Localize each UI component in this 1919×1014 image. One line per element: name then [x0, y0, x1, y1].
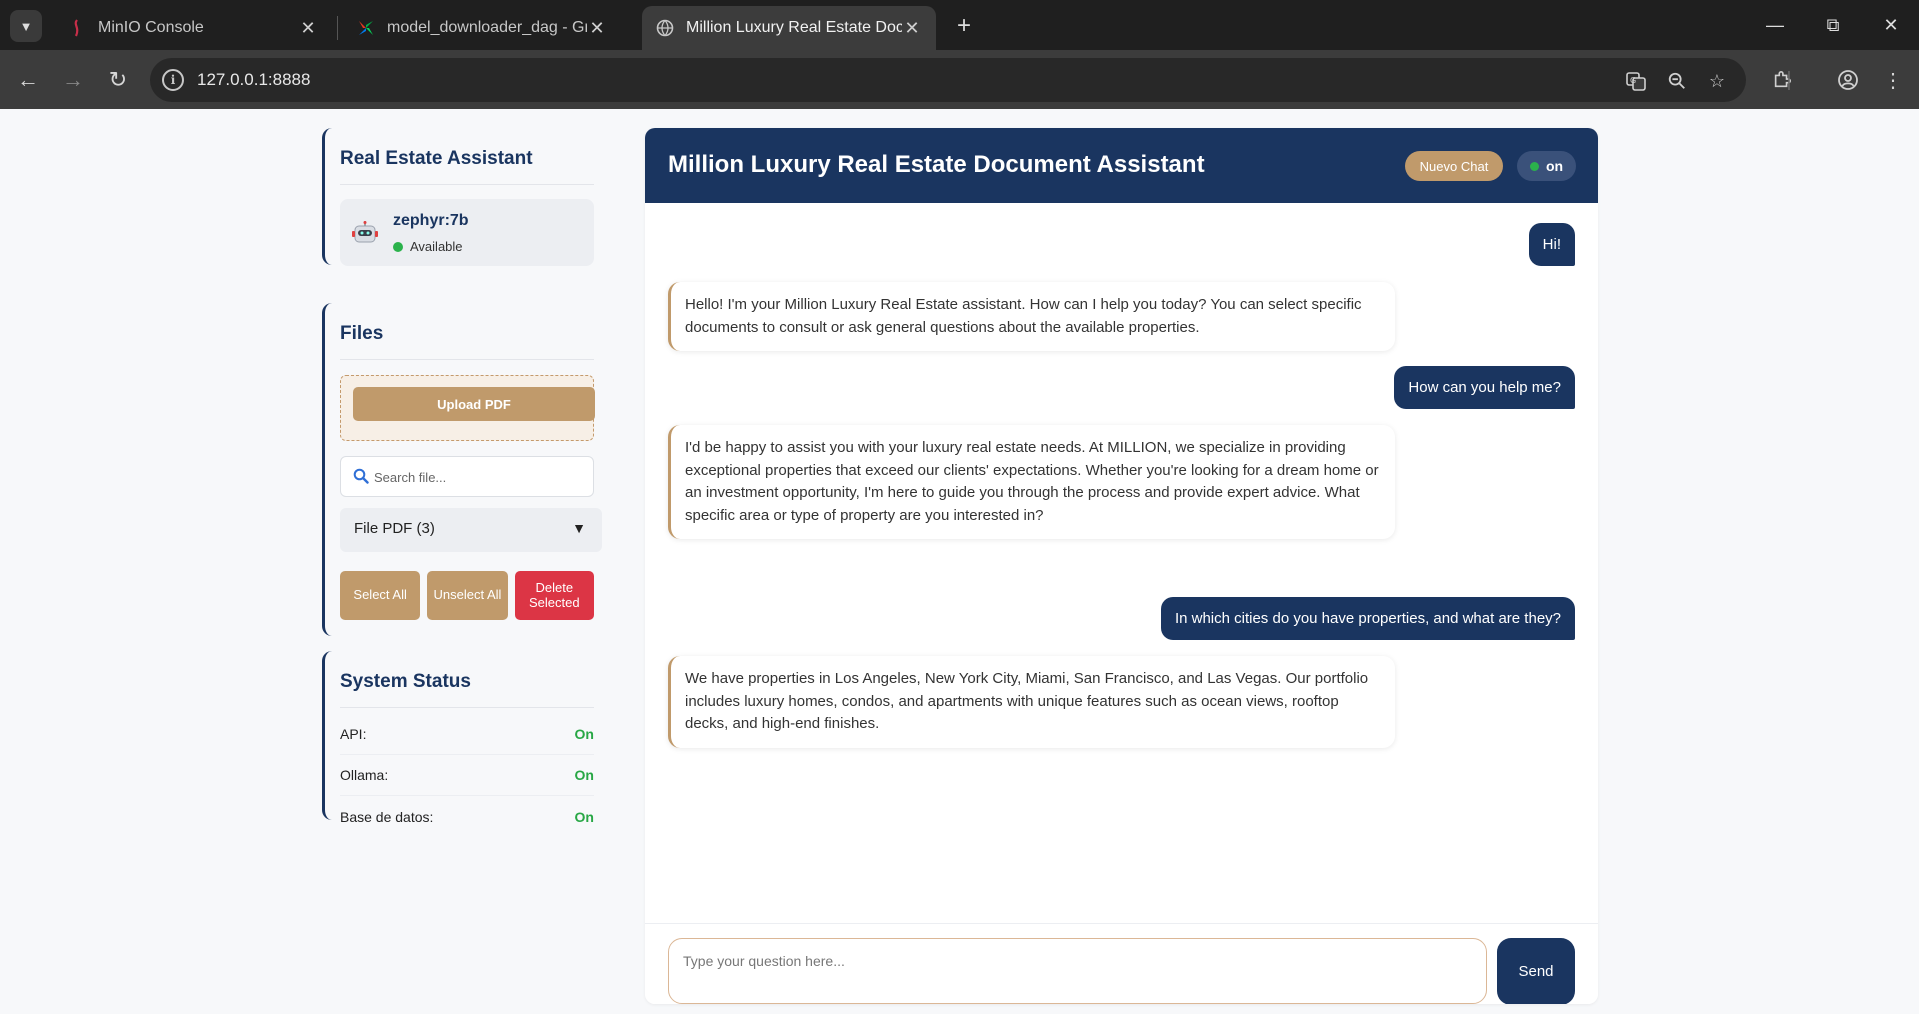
file-actions: Select All Unselect All Delete Selected	[340, 571, 594, 635]
user-message: Hi!	[1528, 223, 1575, 266]
site-info-icon[interactable]: i	[162, 69, 184, 91]
tab-title: MinIO Console	[98, 19, 204, 36]
connection-status-label: on	[1545, 158, 1564, 174]
user-message: In which cities do you have properties, …	[1160, 597, 1575, 640]
tab-minio[interactable]: MinIO Console ✕	[54, 6, 332, 50]
model-status: Available	[393, 239, 463, 254]
file-search-input[interactable]	[374, 466, 594, 488]
tab-airflow[interactable]: model_downloader_dag - Graph ✕	[343, 6, 621, 50]
search-icon	[353, 468, 369, 484]
delete-selected-button[interactable]: Delete Selected	[514, 571, 594, 620]
model-status-label: Available	[410, 239, 463, 254]
status-row-ollama: Ollama: On	[340, 755, 594, 796]
back-arrow-icon[interactable]: ←	[10, 62, 46, 98]
address-bar[interactable]: i 127.0.0.1:8888 G ☆	[150, 58, 1746, 102]
assistant-message: We have properties in Los Angeles, New Y…	[668, 656, 1395, 748]
user-message: How can you help me?	[1394, 366, 1575, 409]
files-panel: Files Upload PDF File PDF (3) ▼ Select A…	[322, 303, 612, 636]
send-button[interactable]: Send	[1497, 938, 1575, 1004]
file-pdf-dropdown-label: File PDF (3)	[354, 520, 435, 537]
close-icon[interactable]: ✕	[587, 18, 607, 39]
app-page: Real Estate Assistant zephyr:7b Availabl…	[0, 109, 1919, 1014]
status-list: API: On Ollama: On Base de datos: On	[340, 708, 594, 837]
status-value: On	[574, 767, 594, 783]
select-all-button[interactable]: Select All	[340, 571, 421, 620]
status-value: On	[574, 808, 594, 825]
svg-text:G: G	[1630, 76, 1636, 85]
close-icon[interactable]: ✕	[902, 18, 922, 39]
status-value: On	[574, 726, 594, 742]
upload-drop-zone[interactable]: Upload PDF	[340, 375, 595, 441]
browser-toolbar: ← → ↻ i 127.0.0.1:8888 G ☆ | ⋮	[0, 50, 1919, 109]
system-status-title: System Status	[340, 651, 594, 708]
model-name: zephyr:7b	[393, 212, 469, 229]
status-label: Base de datos:	[340, 808, 434, 825]
translate-icon[interactable]: G	[1623, 68, 1649, 94]
airflow-icon	[359, 21, 373, 35]
tab-divider	[337, 16, 338, 40]
online-status-dot-icon	[1529, 161, 1539, 171]
tab-title: Million Luxury Real Estate Document Assi…	[686, 19, 902, 36]
minimize-icon[interactable]: —	[1745, 0, 1805, 50]
status-label: Ollama:	[340, 767, 389, 783]
profile-avatar-icon[interactable]	[1830, 62, 1866, 98]
new-chat-button[interactable]: Nuevo Chat	[1405, 151, 1503, 181]
tab-real-estate-assistant[interactable]: Million Luxury Real Estate Document Assi…	[642, 6, 936, 50]
connection-status-badge: on	[1517, 151, 1576, 181]
tab-title: model_downloader_dag - Graph	[387, 19, 587, 36]
globe-icon	[656, 19, 674, 37]
new-tab-plus-icon[interactable]: +	[948, 10, 980, 42]
files-panel-title: Files	[340, 303, 594, 360]
file-pdf-dropdown[interactable]: File PDF (3) ▼	[340, 508, 602, 552]
status-row-database: Base de datos: On	[340, 796, 594, 837]
model-card: zephyr:7b Available	[340, 199, 594, 266]
close-icon[interactable]: ✕	[298, 18, 318, 39]
status-row-api: API: On	[340, 714, 594, 755]
forward-arrow-icon[interactable]: →	[55, 62, 91, 98]
system-status-panel: System Status API: On Ollama: On Base de…	[322, 651, 612, 825]
url-text[interactable]: 127.0.0.1:8888	[197, 70, 310, 90]
status-label: API:	[340, 726, 367, 742]
extensions-puzzle-icon[interactable]	[1764, 62, 1800, 98]
question-input[interactable]	[668, 938, 1487, 1004]
upload-pdf-button[interactable]: Upload PDF	[353, 387, 595, 421]
caret-down-icon: ▼	[572, 520, 586, 536]
reload-icon[interactable]: ↻	[100, 62, 136, 98]
chat-panel: Million Luxury Real Estate Document Assi…	[645, 128, 1598, 1004]
assistant-message: I'd be happy to assist you with your lux…	[668, 425, 1395, 539]
bookmark-star-icon[interactable]: ☆	[1704, 68, 1730, 94]
more-menu-icon[interactable]: ⋮	[1875, 62, 1911, 98]
assistant-panel: Real Estate Assistant zephyr:7b Availabl…	[322, 128, 612, 266]
zoom-icon[interactable]	[1664, 68, 1690, 94]
toolbar-divider: |	[1786, 68, 1792, 91]
window-close-icon[interactable]: ✕	[1861, 0, 1919, 50]
unselect-all-button[interactable]: Unselect All	[427, 571, 508, 620]
restore-icon[interactable]: ⧉	[1803, 0, 1863, 50]
message-list: Hi! Hello! I'm your Million Luxury Real …	[645, 203, 1598, 923]
chat-title: Million Luxury Real Estate Document Assi…	[668, 151, 1205, 178]
available-status-dot-icon	[393, 241, 403, 252]
minio-icon	[74, 19, 79, 37]
assistant-panel-title: Real Estate Assistant	[340, 128, 594, 185]
browser-tab-bar: ▼ MinIO Console ✕ model_downloader_dag -…	[0, 0, 1919, 50]
chat-input-area: Send	[645, 923, 1598, 1004]
tab-search-chevron-icon[interactable]: ▼	[10, 10, 42, 42]
chat-header: Million Luxury Real Estate Document Assi…	[645, 128, 1598, 203]
file-search-box[interactable]	[340, 456, 594, 497]
robot-icon	[352, 221, 378, 243]
assistant-message: Hello! I'm your Million Luxury Real Esta…	[668, 282, 1395, 351]
